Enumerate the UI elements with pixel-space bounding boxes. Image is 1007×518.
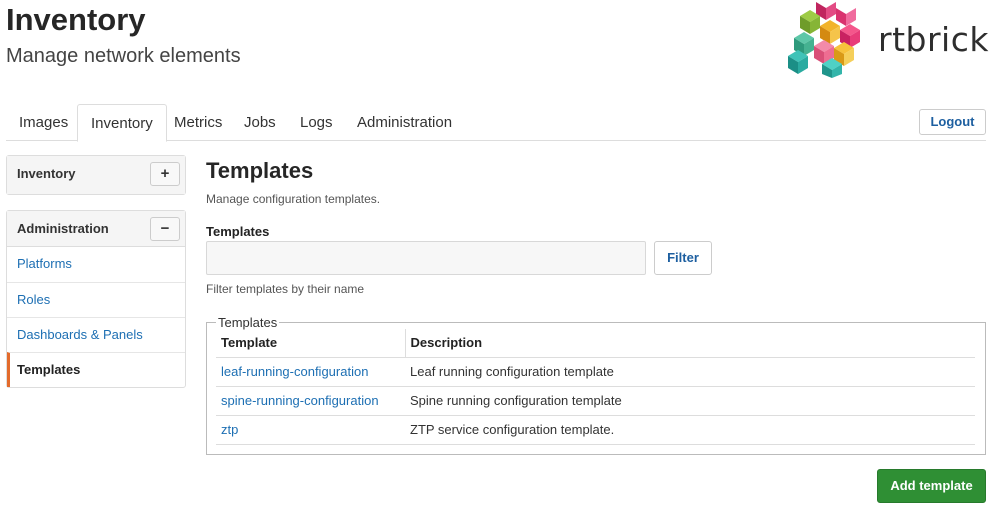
sidebar-item-roles[interactable]: Roles — [7, 282, 185, 317]
template-description: Leaf running configuration template — [405, 357, 975, 387]
template-description: ZTP service configuration template. — [405, 415, 975, 445]
sidebar-panel-administration: Administration − Platforms Roles Dashboa… — [6, 210, 186, 388]
sidebar-panel-inventory: Inventory + — [6, 155, 186, 195]
template-link[interactable]: ztp — [216, 415, 405, 445]
tab-metrics[interactable]: Metrics — [161, 104, 235, 141]
logo-text: rtbrick — [878, 20, 989, 59]
tab-images[interactable]: Images — [6, 104, 81, 141]
panel-header-inventory: Inventory + — [7, 156, 185, 194]
column-header-description: Description — [405, 329, 975, 358]
app-subtitle: Manage network elements — [6, 45, 241, 67]
add-template-button[interactable]: Add template — [877, 469, 986, 503]
logout-button[interactable]: Logout — [919, 109, 986, 135]
collapse-administration-button[interactable]: − — [150, 217, 180, 241]
tab-jobs[interactable]: Jobs — [231, 104, 289, 141]
panel-header-administration: Administration − — [7, 211, 185, 247]
template-link[interactable]: spine-running-configuration — [216, 386, 405, 416]
column-header-template: Template — [216, 329, 406, 358]
sidebar-item-templates[interactable]: Templates — [7, 352, 185, 387]
filter-button[interactable]: Filter — [654, 241, 712, 275]
template-description: Spine running configuration template — [405, 386, 975, 416]
filter-help-text: Filter templates by their name — [206, 282, 365, 296]
page-title: Templates — [206, 158, 314, 183]
page-description: Manage configuration templates. — [206, 192, 381, 206]
rtbrick-logo: rtbrick — [786, 2, 996, 78]
tab-inventory[interactable]: Inventory — [77, 104, 167, 142]
sidebar-item-platforms[interactable]: Platforms — [7, 247, 185, 282]
main-tabs: Images Inventory Metrics Jobs Logs Admin… — [6, 104, 986, 142]
panel-title-administration: Administration — [17, 221, 109, 236]
app-title: Inventory — [6, 2, 146, 37]
table-row: leaf-running-configuration Leaf running … — [216, 357, 975, 387]
panel-title-inventory: Inventory — [17, 166, 76, 181]
table-row: ztp ZTP service configuration template. — [216, 415, 975, 445]
templates-legend: Templates — [216, 315, 280, 330]
template-filter-input[interactable] — [206, 241, 646, 275]
templates-table: Template Description leaf-running-config… — [216, 329, 975, 445]
sidebar-item-dashboards-panels[interactable]: Dashboards & Panels — [7, 317, 185, 352]
table-header-row: Template Description — [216, 329, 975, 358]
expand-inventory-button[interactable]: + — [150, 162, 180, 186]
template-link[interactable]: leaf-running-configuration — [216, 357, 405, 387]
filter-label: Templates — [206, 224, 270, 239]
tab-logs[interactable]: Logs — [287, 104, 346, 141]
logo-cubes-icon — [788, 2, 860, 78]
table-row: spine-running-configuration Spine runnin… — [216, 386, 975, 416]
tab-administration[interactable]: Administration — [344, 104, 465, 141]
